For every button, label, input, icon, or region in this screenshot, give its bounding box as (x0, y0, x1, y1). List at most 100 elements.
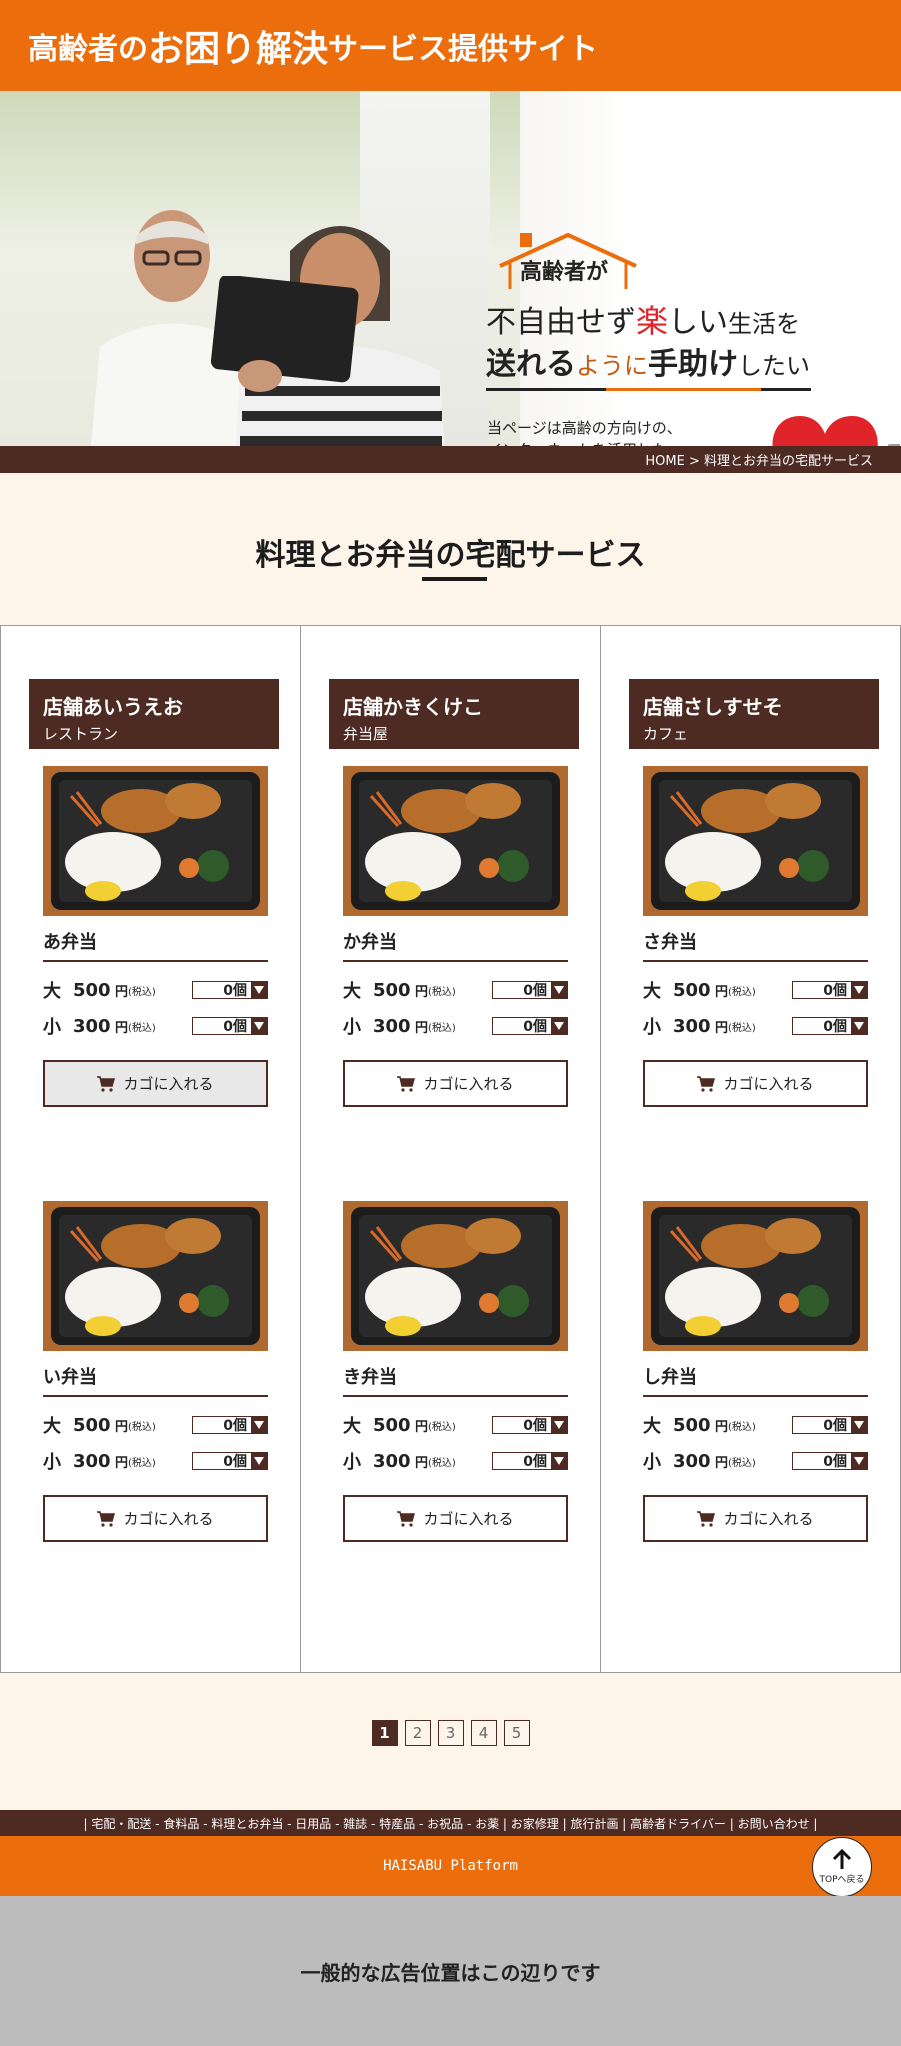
page-link[interactable]: 5 (503, 1720, 530, 1746)
quantity-select[interactable]: 0個 (192, 1017, 268, 1035)
dropdown-arrow-icon[interactable] (251, 1018, 267, 1034)
hero-badge-text: 高齢者が (520, 260, 609, 285)
dropdown-arrow-icon[interactable] (551, 1417, 567, 1433)
dropdown-arrow-icon[interactable] (851, 1417, 867, 1433)
tagline-fragment: 手助け (648, 347, 738, 382)
quantity-value: 0個 (523, 983, 547, 999)
breadcrumb-text[interactable]: HOME > 料理とお弁当の宅配サービス (645, 450, 873, 469)
currency-label: 円 (715, 1455, 729, 1471)
bento-photo (643, 1201, 868, 1351)
size-label: 小 (43, 1017, 61, 1038)
dropdown-arrow-icon[interactable] (551, 982, 567, 998)
quantity-select[interactable]: 0個 (492, 1416, 568, 1434)
quantity-select[interactable]: 0個 (792, 1452, 868, 1470)
price-value: 500 (373, 979, 411, 1001)
product-card: か弁当 大 500 円 (税込) 0個 小 300 円 (税込) 0個 カゴに入… (343, 766, 568, 1107)
size-label: 小 (643, 1452, 661, 1473)
quantity-value: 0個 (223, 1019, 247, 1035)
quantity-select[interactable]: 0個 (192, 981, 268, 999)
quantity-select[interactable]: 0個 (792, 981, 868, 999)
add-to-cart-button[interactable]: カゴに入れる (343, 1060, 568, 1107)
product-name: さ弁当 (643, 928, 868, 962)
quantity-select[interactable]: 0個 (192, 1452, 268, 1470)
tablet-image (210, 276, 359, 392)
tax-label: (税込) (128, 986, 156, 998)
quantity-select[interactable]: 0個 (792, 1416, 868, 1434)
quantity-value: 0個 (823, 1454, 847, 1470)
title-underline (422, 577, 487, 581)
currency-label: 円 (115, 1020, 129, 1036)
quantity-select[interactable]: 0個 (792, 1017, 868, 1035)
quantity-select[interactable]: 0個 (192, 1416, 268, 1434)
footer-brand: HAISABU Platform (383, 1858, 518, 1874)
tagline-underline (486, 388, 811, 391)
back-to-top-button[interactable]: TOPへ戻る (812, 1837, 872, 1897)
store-type: 弁当屋 (343, 725, 389, 743)
size-label: 小 (643, 1017, 661, 1038)
price-value: 300 (373, 1450, 411, 1472)
dropdown-arrow-icon[interactable] (551, 1453, 567, 1469)
heart-cart-image (772, 416, 900, 446)
bento-photo (43, 766, 268, 916)
quantity-select[interactable]: 0個 (492, 1017, 568, 1035)
currency-label: 円 (115, 984, 129, 1000)
product-image[interactable] (643, 766, 868, 916)
page-link[interactable]: 1 (371, 1720, 398, 1746)
quantity-select[interactable]: 0個 (492, 981, 568, 999)
dropdown-arrow-icon[interactable] (551, 1018, 567, 1034)
page-link[interactable]: 4 (470, 1720, 497, 1746)
quantity-select[interactable]: 0個 (492, 1452, 568, 1470)
price-row-small: 小 300 円 (税込) 0個 (343, 1450, 568, 1473)
product-card: あ弁当 大 500 円 (税込) 0個 小 300 円 (税込) 0個 カゴに入… (43, 766, 268, 1107)
tax-label: (税込) (428, 1022, 456, 1034)
tax-label: (税込) (728, 1457, 756, 1469)
dropdown-arrow-icon[interactable] (851, 1453, 867, 1469)
tagline-fragment: しい (668, 305, 729, 340)
site-title-part3: サービス提供サイト (328, 31, 599, 67)
store-type: レストラン (43, 725, 119, 743)
add-to-cart-button[interactable]: カゴに入れる (643, 1495, 868, 1542)
quantity-value: 0個 (223, 1418, 247, 1434)
product-card: い弁当 大 500 円 (税込) 0個 小 300 円 (税込) 0個 カゴに入… (43, 1201, 268, 1542)
price-row-small: 小 300 円 (税込) 0個 (643, 1451, 868, 1473)
page-link[interactable]: 3 (437, 1720, 464, 1746)
quantity-value: 0個 (823, 1019, 847, 1035)
tax-label: (税込) (728, 1022, 756, 1034)
store-column: 店舗かきくけこ 弁当屋 か弁当 大 500 円 (税込) 0個 小 300 円 … (301, 626, 601, 1672)
page-link[interactable]: 2 (404, 1720, 431, 1746)
add-to-cart-button[interactable]: カゴに入れる (343, 1495, 568, 1542)
tax-label: (税込) (728, 986, 756, 998)
cart-icon (397, 1075, 416, 1092)
add-to-cart-button[interactable]: カゴに入れる (643, 1060, 868, 1107)
product-image[interactable] (343, 1201, 568, 1351)
tagline-fragment: 生活を (728, 310, 801, 338)
price-row-large: 大 500 円 (税込) 0個 (43, 979, 268, 1002)
dropdown-arrow-icon[interactable] (851, 1018, 867, 1034)
hero-tagline-line2: 送れるように手助けしたい (486, 339, 810, 383)
product-image[interactable] (643, 1201, 868, 1351)
breadcrumb[interactable]: HOME > 料理とお弁当の宅配サービス (0, 446, 901, 473)
add-to-cart-button[interactable]: カゴに入れる (43, 1060, 268, 1107)
bento-photo (43, 1201, 268, 1351)
currency-label: 円 (415, 1419, 429, 1435)
dropdown-arrow-icon[interactable] (251, 1453, 267, 1469)
quantity-value: 0個 (523, 1454, 547, 1470)
footer-nav[interactable]: | 宅配・配送 - 食料品 - 料理とお弁当 - 日用品 - 雑誌 - 特産品 … (0, 1810, 901, 1836)
product-image[interactable] (43, 1201, 268, 1351)
tagline-fragment: したい (738, 352, 810, 380)
dropdown-arrow-icon[interactable] (251, 982, 267, 998)
ad-placeholder: 一般的な広告位置はこの辺りです (0, 1896, 901, 2046)
dropdown-arrow-icon[interactable] (251, 1417, 267, 1433)
add-to-cart-label: カゴに入れる (123, 1075, 214, 1093)
product-card: さ弁当 大 500 円 (税込) 0個 小 300 円 (税込) 0個 カゴに入… (643, 766, 868, 1107)
dropdown-arrow-icon[interactable] (851, 982, 867, 998)
price-row-large: 大 500 円 (税込) 0個 (343, 979, 568, 1002)
tax-label: (税込) (428, 1421, 456, 1433)
price-row-large: 大 500 円 (税込) 0個 (43, 1415, 268, 1437)
price-value: 500 (73, 979, 111, 1001)
product-image[interactable] (343, 766, 568, 916)
add-to-cart-button[interactable]: カゴに入れる (43, 1495, 268, 1542)
size-label: 大 (43, 1416, 61, 1437)
product-name: か弁当 (343, 928, 568, 962)
product-image[interactable] (43, 766, 268, 916)
